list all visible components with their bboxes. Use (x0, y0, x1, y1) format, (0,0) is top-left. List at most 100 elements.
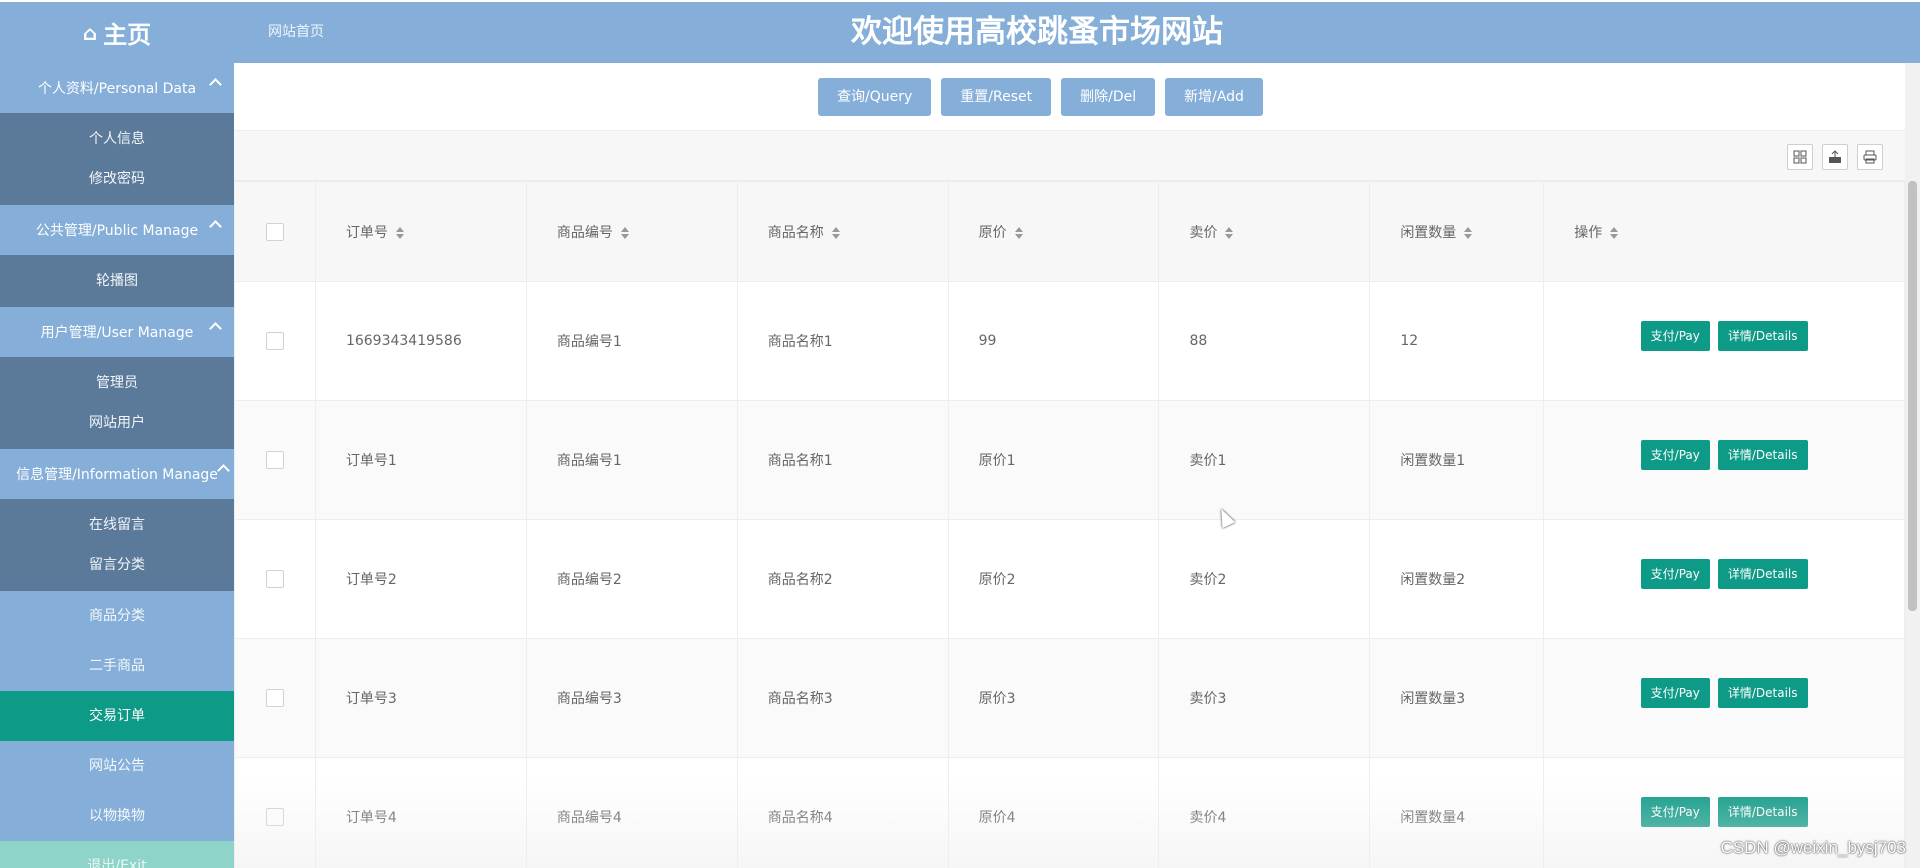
sidebar-item-orders[interactable]: 交易订单 (0, 691, 234, 741)
sidebar-item-announcements[interactable]: 网站公告 (0, 741, 234, 791)
sidebar-group-body: 在线留言 留言分类 (0, 499, 234, 591)
row-checkbox[interactable] (265, 689, 284, 707)
column-header-product-name[interactable]: 商品名称 (736, 181, 949, 282)
row-checkbox[interactable] (265, 808, 284, 826)
reset-button[interactable]: 重置/Reset (941, 77, 1052, 116)
column-header-product-no[interactable]: 商品编号 (525, 181, 738, 282)
cell-original-price: 原价4 (947, 757, 1160, 868)
details-button[interactable]: 详情/Details (1717, 559, 1808, 589)
cell-sale-price: 卖价2 (1158, 519, 1371, 639)
sort-icon[interactable] (1610, 226, 1619, 239)
column-header-label: 商品名称 (767, 224, 824, 241)
sidebar-item-exit[interactable]: 退出/Exit (0, 841, 234, 868)
export-icon[interactable] (1822, 144, 1848, 170)
chevron-up-icon (209, 220, 222, 233)
column-header-original-price[interactable]: 原价 (947, 181, 1160, 282)
sort-icon[interactable] (620, 226, 629, 239)
sort-icon[interactable] (1225, 226, 1234, 239)
pay-button[interactable]: 支付/Pay (1640, 559, 1710, 589)
cell-product-no: 商品编号2 (525, 519, 738, 639)
sidebar-item-personal-info[interactable]: 个人信息 (0, 119, 234, 159)
select-all-cell (234, 181, 316, 282)
sort-icon[interactable] (395, 226, 404, 239)
columns-icon[interactable] (1787, 144, 1813, 170)
column-header-label: 卖价 (1189, 224, 1218, 241)
sidebar-group-label: 公共管理/Public Manage (35, 223, 199, 239)
chevron-up-icon (209, 78, 222, 91)
delete-button[interactable]: 删除/Del (1061, 77, 1156, 116)
sidebar-item-messages[interactable]: 在线留言 (0, 505, 234, 545)
row-checkbox[interactable] (265, 451, 284, 469)
watermark: CSDN @weixin_bysj703 (1720, 838, 1906, 857)
sidebar-item-product-categories[interactable]: 商品分类 (0, 591, 234, 641)
table-row: 订单号1 商品编号1 商品名称1 原价1 卖价1 闲置数量1 支付/Pay 详情/… (234, 400, 1905, 520)
pay-button[interactable]: 支付/Pay (1640, 321, 1710, 351)
sidebar-group-public[interactable]: 公共管理/Public Manage (0, 205, 234, 255)
sidebar-item-carousel[interactable]: 轮播图 (0, 261, 234, 301)
column-header-order-no[interactable]: 订单号 (314, 181, 527, 282)
cell-order-no: 1669343419586 (314, 281, 527, 401)
cell-actions: 支付/Pay 详情/Details (1543, 281, 1905, 401)
sidebar-group-label: 个人资料/Personal Data (37, 81, 197, 97)
sidebar-item-message-categories[interactable]: 留言分类 (0, 545, 234, 585)
home-link[interactable]: ⌂ 主页 (0, 2, 234, 63)
row-checkbox[interactable] (265, 570, 284, 588)
sidebar-item-barter[interactable]: 以物换物 (0, 791, 234, 841)
cell-idle-quantity: 闲置数量3 (1369, 638, 1545, 758)
column-header-idle-quantity[interactable]: 闲置数量 (1369, 181, 1545, 282)
sort-icon[interactable] (1014, 226, 1023, 239)
cell-original-price: 原价2 (947, 519, 1160, 639)
details-button[interactable]: 详情/Details (1717, 678, 1808, 708)
sidebar-item-site-users[interactable]: 网站用户 (0, 403, 234, 443)
home-icon: ⌂ (82, 20, 98, 45)
sort-icon[interactable] (1464, 226, 1473, 239)
sort-icon[interactable] (831, 226, 840, 239)
chevron-up-icon (217, 464, 230, 477)
cell-product-name: 商品名称4 (736, 757, 949, 868)
sidebar-group-info[interactable]: 信息管理/Information Manage (0, 449, 234, 499)
cell-order-no: 订单号1 (314, 400, 527, 520)
details-button[interactable]: 详情/Details (1717, 440, 1808, 470)
select-all-checkbox[interactable] (265, 222, 284, 241)
print-icon[interactable] (1857, 144, 1883, 170)
column-header-sale-price[interactable]: 卖价 (1158, 181, 1371, 282)
sidebar-item-admins[interactable]: 管理员 (0, 363, 234, 403)
sidebar: 个人资料/Personal Data 个人信息 修改密码 公共管理/Public… (0, 63, 234, 868)
sidebar-group-label: 信息管理/Information Manage (16, 467, 218, 483)
cell-product-name: 商品名称1 (736, 400, 949, 520)
cell-original-price: 原价3 (947, 638, 1160, 758)
row-checkbox[interactable] (265, 332, 284, 350)
row-select-cell (234, 519, 316, 639)
cell-actions: 支付/Pay 详情/Details (1543, 400, 1905, 520)
cell-sale-price: 卖价4 (1158, 757, 1371, 868)
pay-button[interactable]: 支付/Pay (1640, 440, 1710, 470)
scrollbar-thumb[interactable] (1908, 181, 1917, 611)
details-button[interactable]: 详情/Details (1717, 321, 1808, 351)
pay-button[interactable]: 支付/Pay (1640, 797, 1710, 827)
main-content: 查询/Query 重置/Reset 删除/Del 新增/Add 订单号 商品编号… (234, 63, 1905, 868)
add-button[interactable]: 新增/Add (1165, 77, 1263, 116)
sidebar-item-used-goods[interactable]: 二手商品 (0, 641, 234, 691)
cell-idle-quantity: 12 (1369, 281, 1545, 401)
cell-sale-price: 卖价1 (1158, 400, 1371, 520)
sidebar-item-change-password[interactable]: 修改密码 (0, 159, 234, 199)
cell-product-no: 商品编号1 (525, 400, 738, 520)
cell-original-price: 原价1 (947, 400, 1160, 520)
cell-product-no: 商品编号3 (525, 638, 738, 758)
table-row: 订单号3 商品编号3 商品名称3 原价3 卖价3 闲置数量3 支付/Pay 详情/… (234, 638, 1905, 758)
cell-idle-quantity: 闲置数量2 (1369, 519, 1545, 639)
row-select-cell (234, 757, 316, 868)
sidebar-group-users[interactable]: 用户管理/User Manage (0, 307, 234, 357)
vertical-scrollbar[interactable] (1905, 63, 1920, 868)
query-button[interactable]: 查询/Query (818, 77, 932, 116)
cell-order-no: 订单号3 (314, 638, 527, 758)
row-select-cell (234, 281, 316, 401)
table-row: 订单号4 商品编号4 商品名称4 原价4 卖价4 闲置数量4 支付/Pay 详情/… (234, 757, 1905, 868)
pay-button[interactable]: 支付/Pay (1640, 678, 1710, 708)
details-button[interactable]: 详情/Details (1717, 797, 1808, 827)
cell-original-price: 99 (947, 281, 1160, 401)
cell-order-no: 订单号2 (314, 519, 527, 639)
column-header-actions[interactable]: 操作 (1543, 181, 1905, 282)
sidebar-group-personal[interactable]: 个人资料/Personal Data (0, 63, 234, 113)
table-toolbar (234, 131, 1905, 181)
